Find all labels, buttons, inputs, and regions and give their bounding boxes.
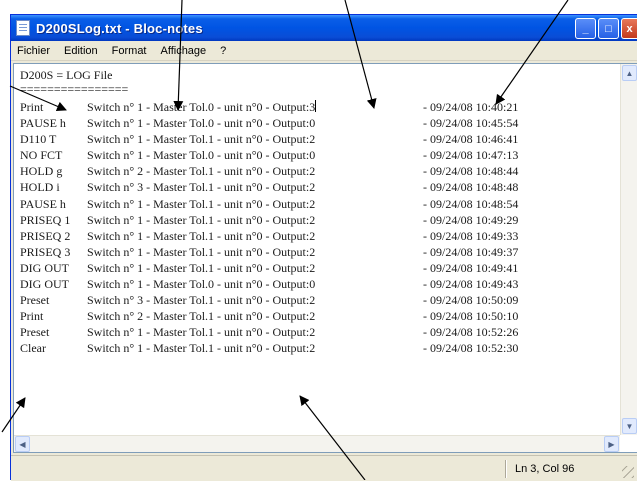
- scroll-up-icon[interactable]: ▲: [622, 65, 637, 81]
- log-timestamp: - 09/24/08 10:47:13: [423, 148, 519, 163]
- status-divider: [505, 460, 507, 478]
- cursor-position: Ln 3, Col 96: [515, 463, 575, 475]
- log-details: Switch n° 1 - Master Tol.0 - unit n°0 - …: [87, 148, 316, 163]
- close-icon: x: [626, 22, 633, 35]
- log-row: D110 T Switch n° 1 - Master Tol.1 - unit …: [20, 131, 617, 147]
- log-timestamp: - 09/24/08 10:49:37: [423, 244, 519, 259]
- log-timestamp: - 09/24/08 10:49:43: [423, 277, 519, 292]
- document-text[interactable]: D200S = LOG File ================ Print S…: [20, 68, 617, 434]
- log-command: NO FCT: [20, 148, 63, 163]
- log-row: PAUSE h Switch n° 1 - Master Tol.1 - unit…: [20, 196, 617, 212]
- log-row: DIG OUT Switch n° 1 - Master Tol.1 - unit…: [20, 260, 617, 276]
- log-row: HOLD i Switch n° 3 - Master Tol.1 - unit …: [20, 179, 617, 195]
- maximize-button[interactable]: □: [598, 18, 619, 39]
- menu-edition[interactable]: Edition: [57, 45, 105, 57]
- title-bar[interactable]: D200SLog.txt - Bloc-notes _ □ x: [11, 15, 637, 41]
- log-row: NO FCT Switch n° 1 - Master Tol.0 - unit …: [20, 147, 617, 163]
- log-rows: Print Switch n° 1 - Master Tol.0 - unit n…: [20, 99, 617, 357]
- log-row: Print Switch n° 2 - Master Tol.1 - unit n…: [20, 308, 617, 324]
- log-timestamp: - 09/24/08 10:45:54: [423, 116, 519, 131]
- log-details: Switch n° 1 - Master Tol.0 - unit n°0 - …: [87, 116, 316, 131]
- log-details: Switch n° 3 - Master Tol.1 - unit n°0 - …: [87, 293, 316, 308]
- log-timestamp: - 09/24/08 10:50:09: [423, 293, 519, 308]
- minimize-button[interactable]: _: [575, 18, 596, 39]
- log-row: PRISEQ 2 Switch n° 1 - Master Tol.1 - uni…: [20, 228, 617, 244]
- log-timestamp: - 09/24/08 10:48:44: [423, 164, 519, 179]
- log-command: PRISEQ 1: [20, 212, 71, 227]
- log-details: Switch n° 1 - Master Tol.1 - unit n°0 - …: [87, 325, 316, 340]
- vertical-scrollbar[interactable]: ▲ ▼: [620, 64, 637, 435]
- log-details: Switch n° 2 - Master Tol.1 - unit n°0 - …: [87, 164, 316, 179]
- log-command: Clear: [20, 341, 46, 356]
- log-command: HOLD i: [20, 180, 60, 195]
- log-row: Print Switch n° 1 - Master Tol.0 - unit n…: [20, 99, 617, 115]
- log-row: PRISEQ 3 Switch n° 1 - Master Tol.1 - uni…: [20, 244, 617, 260]
- window-title: D200SLog.txt - Bloc-notes: [36, 20, 203, 36]
- scroll-right-icon[interactable]: ▶: [604, 436, 619, 452]
- log-details: Switch n° 1 - Master Tol.1 - unit n°0 - …: [87, 132, 316, 147]
- text-editor[interactable]: D200S = LOG File ================ Print S…: [13, 63, 637, 453]
- log-row: Preset Switch n° 3 - Master Tol.1 - unit …: [20, 292, 617, 308]
- log-details: Switch n° 1 - Master Tol.1 - unit n°0 - …: [87, 196, 316, 211]
- log-timestamp: - 09/24/08 10:49:29: [423, 212, 519, 227]
- log-row: DIG OUT Switch n° 1 - Master Tol.0 - unit…: [20, 276, 617, 292]
- log-command: PRISEQ 2: [20, 228, 71, 243]
- log-row: Preset Switch n° 1 - Master Tol.1 - unit …: [20, 324, 617, 340]
- log-timestamp: - 09/24/08 10:52:30: [423, 341, 519, 356]
- log-details: Switch n° 1 - Master Tol.1 - unit n°0 - …: [87, 341, 316, 356]
- notepad-window: D200SLog.txt - Bloc-notes _ □ x Fichier …: [10, 14, 637, 481]
- menu-help[interactable]: ?: [213, 45, 233, 57]
- log-command: Preset: [20, 293, 50, 308]
- log-timestamp: - 09/24/08 10:48:48: [423, 180, 519, 195]
- log-details: Switch n° 2 - Master Tol.1 - unit n°0 - …: [87, 309, 316, 324]
- scroll-down-icon[interactable]: ▼: [622, 418, 637, 434]
- log-row: PRISEQ 1 Switch n° 1 - Master Tol.1 - uni…: [20, 212, 617, 228]
- menu-fichier[interactable]: Fichier: [11, 45, 57, 57]
- log-row: PAUSE h Switch n° 1 - Master Tol.0 - unit…: [20, 115, 617, 131]
- log-timestamp: - 09/24/08 10:49:33: [423, 228, 519, 243]
- log-command: D110 T: [20, 132, 57, 147]
- minimize-icon: _: [582, 22, 589, 35]
- log-details: Switch n° 1 - Master Tol.1 - unit n°0 - …: [87, 244, 316, 259]
- notepad-icon: [16, 20, 30, 36]
- log-command: PAUSE h: [20, 116, 66, 131]
- horizontal-scrollbar[interactable]: ◀ ▶: [14, 435, 620, 452]
- text-caret: [315, 100, 317, 112]
- window-controls: _ □ x: [575, 18, 637, 39]
- status-bar: Ln 3, Col 96: [11, 455, 637, 481]
- close-button[interactable]: x: [621, 18, 637, 39]
- log-command: HOLD g: [20, 164, 63, 179]
- log-command: Print: [20, 100, 44, 114]
- log-row: HOLD g Switch n° 2 - Master Tol.1 - unit …: [20, 163, 617, 179]
- log-command: DIG OUT: [20, 260, 69, 275]
- menu-format[interactable]: Format: [105, 45, 154, 57]
- log-timestamp: - 09/24/08 10:50:10: [423, 309, 519, 324]
- log-row: Clear Switch n° 1 - Master Tol.1 - unit n…: [20, 340, 617, 356]
- log-command: PAUSE h: [20, 196, 66, 211]
- log-timestamp: - 09/24/08 10:49:41: [423, 260, 519, 275]
- log-details: Switch n° 1 - Master Tol.1 - unit n°0 - …: [87, 228, 316, 243]
- log-details: Switch n° 1 - Master Tol.1 - unit n°0 - …: [87, 212, 316, 227]
- log-command: Preset: [20, 325, 50, 340]
- log-command: Print: [20, 309, 44, 324]
- log-timestamp: - 09/24/08 10:52:26: [423, 325, 519, 340]
- log-details: Switch n° 1 - Master Tol.0 - unit n°0 - …: [87, 100, 317, 114]
- resize-grip-icon[interactable]: [622, 466, 634, 478]
- log-timestamp: - 09/24/08 10:46:41: [423, 132, 519, 147]
- log-details: Switch n° 1 - Master Tol.1 - unit n°0 - …: [87, 260, 316, 275]
- log-details: Switch n° 1 - Master Tol.0 - unit n°0 - …: [87, 277, 316, 292]
- log-details: Switch n° 3 - Master Tol.1 - unit n°0 - …: [87, 180, 316, 195]
- menu-bar: Fichier Edition Format Affichage ?: [11, 41, 637, 61]
- log-header: D200S = LOG File: [20, 68, 113, 82]
- log-timestamp: - 09/24/08 10:40:21: [423, 100, 519, 114]
- log-command: PRISEQ 3: [20, 244, 71, 259]
- menu-affichage[interactable]: Affichage: [154, 45, 214, 57]
- maximize-icon: □: [605, 22, 612, 35]
- log-command: DIG OUT: [20, 277, 69, 292]
- log-separator: ================: [20, 82, 129, 96]
- scroll-left-icon[interactable]: ◀: [15, 436, 30, 452]
- log-timestamp: - 09/24/08 10:48:54: [423, 196, 519, 211]
